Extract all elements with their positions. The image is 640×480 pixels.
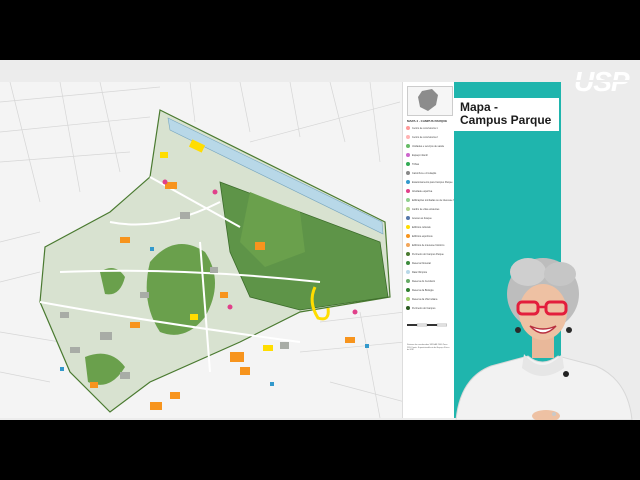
legend-swatch-icon	[406, 279, 410, 283]
legend-swatch-icon	[406, 162, 410, 166]
slide-title: Mapa - Campus Parque	[454, 98, 560, 131]
legend-label: Atividade esportiva	[412, 189, 433, 193]
legend-swatch-icon	[406, 270, 410, 274]
usp-logo: USP	[574, 66, 630, 97]
legend-swatch-icon	[406, 306, 410, 310]
legend-swatch-icon	[406, 297, 410, 301]
presenter-person	[455, 258, 633, 420]
legend-swatch-icon	[406, 198, 410, 202]
locator-map-icon	[407, 86, 453, 116]
legend-item: Atividade esportiva	[406, 189, 456, 193]
legend-swatch-icon	[406, 153, 410, 157]
legend-label: Caminhos e circulação	[412, 171, 437, 175]
legend-swatch-icon	[406, 135, 410, 139]
legend-swatch-icon	[406, 216, 410, 220]
legend-label: Espaço infantil	[412, 153, 428, 157]
legend-item: Caminhos e circulação	[406, 171, 456, 175]
presentation-slide: MAPA 4 - CAMPUS PARQUE Centro de convivê…	[0, 60, 640, 420]
legend-swatch-icon	[406, 243, 410, 247]
legend-label: Estacionamento para Campus Parque	[412, 180, 453, 184]
slide-title-line2: Campus Parque	[460, 113, 552, 127]
legend-label: Centro de convivência 1	[412, 126, 438, 130]
legend-item: Espaço infantil	[406, 153, 456, 157]
campus-map	[0, 82, 405, 418]
legend-swatch-icon	[406, 171, 410, 175]
legend-item: Estacionamento para Campus Parque	[406, 180, 456, 184]
legend-swatch-icon	[406, 234, 410, 238]
legend-item: Centro de convivência 1	[406, 126, 456, 130]
legend-swatch-icon	[406, 189, 410, 193]
legend-label: Unidades e serviços de saúde	[412, 144, 445, 148]
map-credits: Sistema de coordenadas SIRGAS 2000 Zona …	[407, 344, 450, 352]
legend-swatch-icon	[406, 225, 410, 229]
legend-item: Trilhas	[406, 162, 456, 166]
legend-item: Centro de convivência 2	[406, 135, 456, 139]
legend-label: Trilhas	[412, 162, 420, 166]
legend-swatch-icon	[406, 261, 410, 265]
legend-swatch-icon	[406, 288, 410, 292]
legend-title: MAPA 4 - CAMPUS PARQUE	[407, 119, 448, 123]
legend-item: Unidades e serviços de saúde	[406, 144, 456, 148]
legend-swatch-icon	[406, 207, 410, 211]
legend-item: Edificações tombadas ou de interesse his…	[406, 198, 456, 202]
legend-swatch-icon	[406, 126, 410, 130]
legend-label: Edificações tombadas ou de interesse his…	[412, 198, 456, 202]
legend-label: Centro de convivência 2	[412, 135, 438, 139]
legend-swatch-icon	[406, 180, 410, 184]
scale-bar	[407, 323, 447, 327]
legend-swatch-icon	[406, 252, 410, 256]
legend-swatch-icon	[406, 144, 410, 148]
